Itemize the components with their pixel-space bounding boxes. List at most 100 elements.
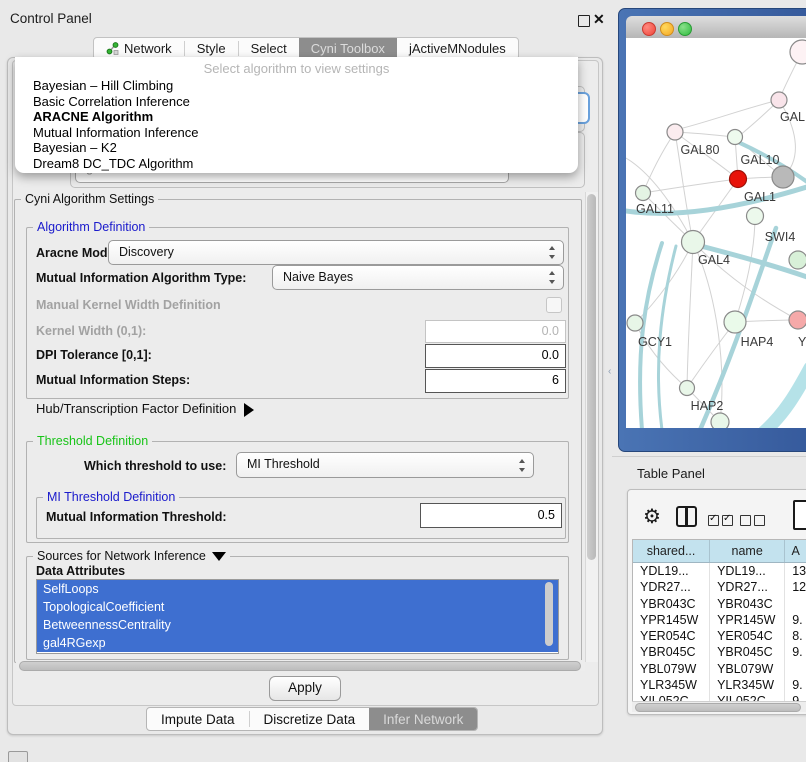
table-row[interactable]: YBR045CYBR045C9. — [633, 644, 806, 660]
tab-infer-network[interactable]: Infer Network — [369, 708, 477, 730]
algorithm-option[interactable]: Bayesian – Hill Climbing — [18, 78, 575, 94]
data-attributes-label: Data Attributes — [36, 564, 125, 578]
network-canvas[interactable]: GAL GAL80 GAL10 GAL1 GAL11 SWI4 GAL4 GCY… — [626, 38, 806, 428]
attribute-item[interactable]: BetweennessCentrality — [37, 616, 558, 634]
node-swi4[interactable] — [747, 208, 764, 225]
node-top-cut[interactable] — [790, 40, 806, 64]
table-row[interactable]: YER054CYER054C8. — [633, 628, 806, 644]
table-row[interactable]: YBL079WYBL079W — [633, 661, 806, 677]
close-window-icon[interactable] — [642, 22, 656, 36]
node-gray[interactable] — [772, 166, 794, 188]
mi-threshold-field[interactable]: 0.5 — [420, 503, 562, 528]
algorithm-option[interactable]: Basic Correlation Inference — [18, 94, 575, 110]
tab-discretize-data[interactable]: Discretize Data — [250, 708, 370, 730]
sources-group-title: Sources for Network Inference — [33, 549, 230, 563]
hub-definition-label: Hub/Transcription Factor Definition — [36, 401, 236, 416]
node-label: GCY1 — [638, 335, 672, 349]
table-header-row: shared... name A — [633, 540, 806, 563]
minimized-panel-button[interactable] — [8, 751, 28, 762]
bottom-tabbar: Impute Data Discretize Data Infer Networ… — [146, 707, 478, 731]
aracne-mode-combobox[interactable]: Discovery — [108, 240, 564, 265]
algorithm-option[interactable]: Bayesian – K2 — [18, 140, 575, 156]
node-label: GAL11 — [636, 202, 674, 216]
tab-cyni-toolbox[interactable]: Cyni Toolbox — [299, 38, 397, 59]
tab-style[interactable]: Style — [185, 38, 238, 59]
algorithm-definition-title: Algorithm Definition — [33, 220, 149, 234]
tab-network-label: Network — [124, 41, 172, 56]
node-gal4[interactable] — [682, 231, 705, 254]
node-label: GAL80 — [681, 143, 720, 157]
attributes-list-scrollbar[interactable] — [545, 582, 553, 646]
apply-button[interactable]: Apply — [269, 676, 341, 701]
node-gal80[interactable] — [667, 124, 683, 140]
unselect-all-columns-icon[interactable] — [740, 513, 765, 531]
table-row[interactable]: YLR345WYLR345W9. — [633, 677, 806, 693]
kernel-width-label: Kernel Width (0,1): — [36, 324, 146, 338]
attribute-item[interactable]: SelfLoops — [37, 580, 558, 598]
data-attributes-list: SelfLoops TopologicalCoefficient Between… — [36, 579, 559, 654]
column-header[interactable]: shared... — [633, 540, 710, 562]
dpi-tolerance-field[interactable]: 0.0 — [425, 344, 566, 368]
columns-icon[interactable] — [676, 506, 697, 527]
table-row[interactable]: YDL19...YDL19...13 — [633, 563, 806, 579]
node-bottom-cut[interactable] — [711, 413, 729, 428]
tab-style-label: Style — [197, 41, 226, 56]
mi-type-combobox[interactable]: Naive Bayes — [272, 265, 564, 290]
settings-vertical-scrollbar-thumb[interactable] — [587, 194, 596, 560]
node-label: HAP2 — [691, 399, 724, 413]
algorithm-option-selected[interactable]: ARACNE Algorithm — [18, 109, 575, 125]
manual-kernel-checkbox[interactable] — [546, 297, 562, 313]
kernel-width-field[interactable]: 0.0 — [425, 320, 566, 343]
node-hap2[interactable] — [680, 381, 695, 396]
node-hap4[interactable] — [724, 311, 746, 333]
settings-horizontal-scrollbar-thumb[interactable] — [19, 661, 581, 671]
tab-impute-data[interactable]: Impute Data — [147, 708, 249, 730]
node-right-cut[interactable] — [789, 251, 806, 269]
table-horizontal-scrollbar-thumb[interactable] — [635, 703, 801, 712]
node-gal10[interactable] — [728, 130, 743, 145]
tab-jactivemnodules[interactable]: jActiveMNodules — [397, 38, 518, 59]
node-gcy1[interactable] — [627, 315, 643, 331]
mi-type-label: Mutual Information Algorithm Type: — [36, 271, 246, 285]
zoom-window-icon[interactable] — [678, 22, 692, 36]
algorithm-option[interactable]: Dream8 DC_TDC Algorithm — [18, 156, 575, 172]
splitter-arrow-icon[interactable]: ‹ — [608, 366, 611, 377]
collapse-right-icon — [244, 403, 254, 417]
spinner-arrows-icon — [548, 270, 556, 285]
tab-network[interactable]: Network — [94, 38, 184, 59]
minimize-window-icon[interactable] — [660, 22, 674, 36]
table-row[interactable]: YDR27...YDR27...12 — [633, 579, 806, 595]
node-label: SWI4 — [765, 230, 796, 244]
network-window-titlebar[interactable] — [626, 16, 806, 39]
node-gal11[interactable] — [636, 186, 651, 201]
gear-icon[interactable]: ⚙ — [643, 504, 661, 529]
hub-definition-toggle[interactable]: Hub/Transcription Factor Definition — [36, 401, 254, 417]
column-header[interactable]: name — [710, 540, 785, 562]
select-all-columns-icon[interactable] — [708, 513, 733, 531]
node-gal1-red[interactable] — [730, 171, 747, 188]
tab-cyni-toolbox-label: Cyni Toolbox — [311, 41, 385, 56]
table-row[interactable]: YBR043CYBR043C — [633, 596, 806, 612]
node-gal-pink[interactable] — [771, 92, 787, 108]
spinner-arrows-icon — [548, 245, 556, 260]
network-icon — [106, 42, 119, 55]
table-row[interactable]: YPR145WYPR145W9. — [633, 612, 806, 628]
which-threshold-label: Which threshold to use: — [84, 459, 226, 473]
attribute-item[interactable]: gal4RGexp — [37, 634, 558, 652]
float-panel-icon[interactable] — [578, 15, 590, 27]
attribute-item[interactable]: TopologicalCoefficient — [37, 598, 558, 616]
node-label: GAL10 — [741, 153, 780, 167]
export-table-icon[interactable] — [793, 500, 806, 530]
close-panel-icon[interactable]: ✕ — [593, 11, 605, 28]
which-threshold-combobox[interactable]: MI Threshold — [236, 452, 534, 478]
tab-select[interactable]: Select — [239, 38, 299, 59]
column-header[interactable]: A — [785, 540, 806, 562]
screen: Control Panel ✕ Network Style Select Cyn… — [0, 0, 806, 762]
algorithm-option[interactable]: Mutual Information Inference — [18, 125, 575, 141]
collapse-down-icon — [212, 552, 226, 561]
node-pink-y[interactable] — [789, 311, 806, 329]
network-graph: GAL GAL80 GAL10 GAL1 GAL11 SWI4 GAL4 GCY… — [626, 38, 806, 428]
aracne-mode-value: Discovery — [119, 241, 174, 264]
mi-steps-field[interactable]: 6 — [425, 369, 566, 393]
node-table[interactable]: shared... name A YDL19...YDL19...13 YDR2… — [632, 539, 806, 702]
